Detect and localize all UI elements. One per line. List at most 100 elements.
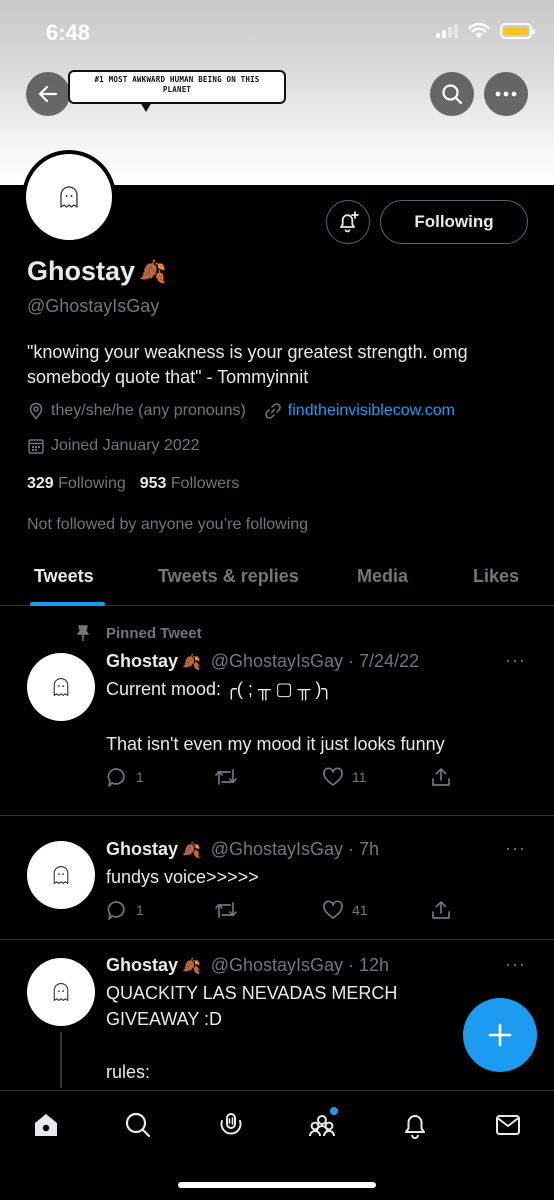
share-button[interactable]: [430, 899, 452, 921]
profile-name: Ghostay 🍂: [27, 256, 166, 287]
tab-media[interactable]: Media: [357, 566, 408, 587]
tweet-avatar[interactable]: [27, 841, 95, 909]
cellular-signal-icon: [436, 24, 458, 38]
profile-joined-row: Joined January 2022: [27, 437, 200, 455]
more-button[interactable]: [484, 72, 528, 116]
reply-count: 1: [136, 769, 144, 785]
tweet-header: Ghostay 🍂 @GhostayIsGay · 12h: [106, 955, 389, 976]
profile-meta-row: they/she/he (any pronouns) findtheinvisi…: [27, 402, 455, 420]
ghost-icon: [53, 865, 69, 885]
share-icon: [432, 768, 450, 786]
location-pin-icon: [29, 402, 43, 420]
pinned-label: Pinned Tweet: [74, 624, 202, 642]
like-button[interactable]: 41: [322, 899, 368, 921]
notify-button[interactable]: [326, 200, 370, 244]
reply-icon: [107, 768, 125, 787]
tweet-handle-time: @GhostayIsGay · 7h: [210, 839, 380, 859]
compose-tweet-button[interactable]: [463, 998, 537, 1072]
search-icon: [442, 84, 463, 105]
arrow-left-icon: [38, 85, 58, 103]
retweet-icon: [215, 902, 237, 918]
status-time: 6:48: [46, 20, 91, 45]
pinned-label-text: Pinned Tweet: [106, 624, 202, 642]
banner-speech-bubble: #1 MOST AWKWARD HUMAN BEING ON THIS PLAN…: [68, 70, 286, 112]
tab-tweets[interactable]: Tweets: [34, 566, 94, 587]
not-followed-notice: Not followed by anyone you’re following: [27, 516, 309, 533]
search-button[interactable]: [430, 72, 474, 116]
tweet-avatar[interactable]: [27, 958, 95, 1026]
following-count-link[interactable]: 329 Following: [27, 475, 126, 493]
reply-button[interactable]: 1: [106, 766, 144, 788]
search-icon: [125, 1112, 151, 1138]
tweet-actions: 1 11: [106, 766, 466, 790]
communities-icon: [309, 1115, 335, 1137]
like-count: 41: [352, 902, 368, 918]
retweet-button[interactable]: [214, 766, 238, 788]
nav-search[interactable]: [118, 1107, 158, 1143]
leaf-emoji: 🍂: [182, 653, 201, 671]
tab-tweets-and-replies[interactable]: Tweets & replies: [158, 566, 299, 587]
like-button[interactable]: 11: [322, 766, 367, 788]
retweet-button[interactable]: [214, 899, 238, 921]
link-icon: [265, 403, 281, 419]
leaf-emoji: 🍂: [139, 258, 167, 284]
thread-connector: [60, 1032, 62, 1088]
home-indicator: [178, 1182, 376, 1188]
profile-joined: Joined January 2022: [51, 437, 200, 454]
heart-icon: [323, 767, 343, 786]
profile-name-text: Ghostay: [27, 256, 136, 286]
ghost-icon: [60, 186, 78, 208]
heart-icon: [323, 900, 343, 919]
nav-communities[interactable]: [302, 1107, 342, 1143]
ghost-icon: [53, 982, 69, 1002]
tweet-text-line: Current mood: ╭( ; ╥ ▢ ╥ )╮: [106, 679, 333, 699]
nav-spaces[interactable]: [211, 1107, 251, 1143]
following-count: 329: [27, 475, 54, 492]
followers-label: Followers: [170, 475, 240, 492]
profile-bio: "knowing your weakness is your greatest …: [27, 342, 468, 387]
messages-icon: [496, 1115, 520, 1135]
status-indicators: [436, 23, 535, 39]
notifications-icon: [405, 1115, 425, 1139]
tweet-handle-time: @GhostayIsGay · 12h: [210, 955, 390, 975]
tab-likes[interactable]: Likes: [473, 566, 519, 587]
ghost-icon: [53, 677, 69, 697]
back-button[interactable]: [26, 72, 70, 116]
more-icon: [495, 91, 517, 97]
profile-tabs: Tweets Tweets & replies Media Likes: [0, 553, 554, 606]
profile-handle: @GhostayIsGay: [27, 296, 160, 316]
reply-icon: [107, 901, 125, 920]
profile-avatar[interactable]: [22, 150, 116, 244]
tweet-author-name[interactable]: Ghostay: [106, 651, 178, 672]
share-button[interactable]: [430, 766, 452, 788]
followers-count: 953: [139, 475, 167, 492]
profile-pronouns: they/she/he (any pronouns): [51, 402, 246, 419]
tweet-header: Ghostay 🍂 @GhostayIsGay · 7h: [106, 839, 379, 860]
tweet-text-line: QUACKITY LAS NEVADAS MERCH: [106, 983, 398, 1003]
tweet-author-name[interactable]: Ghostay: [106, 955, 178, 976]
nav-messages[interactable]: [488, 1107, 528, 1143]
banner-text-line2: PLANET: [162, 85, 192, 94]
tweet-text-line: That isn't even my mood it just looks fu…: [106, 734, 445, 754]
calendar-icon: [28, 439, 44, 454]
bell-plus-icon: [340, 211, 359, 233]
nav-notifications[interactable]: [395, 1107, 435, 1143]
profile-counts: 329 Following 953 Followers: [27, 475, 239, 493]
reply-button[interactable]: 1: [106, 899, 144, 921]
banner-text-line1: #1 MOST AWKWARD HUMAN BEING ON THIS: [94, 75, 260, 84]
tweet-more-icon[interactable]: ···: [505, 650, 526, 671]
profile-website-link[interactable]: findtheinvisiblecow.com: [288, 402, 455, 420]
tweet-avatar[interactable]: [27, 653, 95, 721]
tweet-actions: 1 41: [106, 899, 466, 923]
reply-count: 1: [136, 902, 144, 918]
followers-count-link[interactable]: 953 Followers: [140, 475, 240, 493]
tweet-text-line: GIVEAWAY :D: [106, 1009, 223, 1029]
tweet-more-icon[interactable]: ···: [505, 838, 526, 859]
tweet-author-name[interactable]: Ghostay: [106, 839, 178, 860]
battery-icon: [500, 23, 535, 39]
spaces-icon: [220, 1113, 242, 1135]
nav-home[interactable]: [26, 1107, 66, 1143]
following-label: Following: [58, 475, 126, 492]
following-button[interactable]: Following: [380, 200, 528, 244]
tweet-more-icon[interactable]: ···: [505, 954, 526, 975]
